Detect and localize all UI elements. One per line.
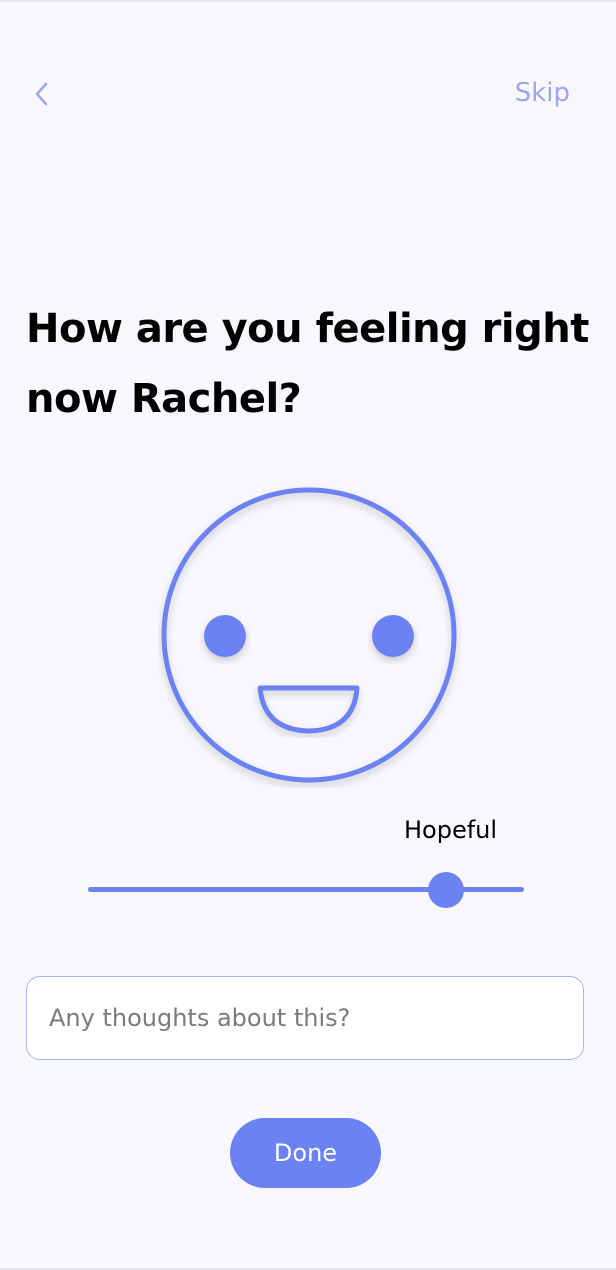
thoughts-input[interactable]: [26, 976, 584, 1060]
mood-slider[interactable]: [88, 870, 524, 910]
done-button[interactable]: Done: [230, 1118, 381, 1188]
smiling-face-icon: [161, 487, 457, 783]
slider-thumb[interactable]: [427, 872, 464, 908]
skip-button[interactable]: Skip: [515, 78, 570, 108]
mood-label: Hopeful: [404, 816, 498, 844]
chevron-left-icon: [35, 82, 48, 106]
mood-check-in-screen: Skip How are you feeling right now Rache…: [0, 0, 616, 1270]
back-button[interactable]: [24, 74, 60, 114]
page-title: How are you feeling right now Rachel?: [26, 306, 589, 422]
